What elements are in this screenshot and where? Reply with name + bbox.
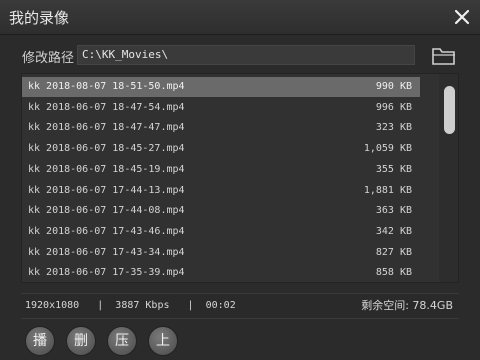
list-item[interactable]: kk 2018-06-07 17-44-13.mp4 1,881 KB bbox=[22, 181, 420, 201]
file-name: kk 2018-06-07 17-44-08.mp4 bbox=[28, 205, 185, 217]
video-info: 1920x1080 | 3887 Kbps | 00:02 bbox=[25, 300, 236, 311]
file-name: kk 2018-06-07 17-44-13.mp4 bbox=[28, 184, 185, 196]
file-size: 342 KB bbox=[375, 225, 412, 237]
free-space: 剩余空间: 78.4GB bbox=[361, 299, 453, 312]
upload-button[interactable]: 上 bbox=[148, 326, 178, 356]
file-size: 990 KB bbox=[375, 81, 412, 92]
file-size: 355 KB bbox=[375, 163, 412, 175]
file-size: 363 KB bbox=[375, 205, 412, 217]
delete-button[interactable]: 删 bbox=[66, 326, 96, 356]
file-size: 1,059 KB bbox=[363, 143, 412, 155]
file-name: kk 2018-08-07 18-51-50.mp4 bbox=[28, 81, 185, 92]
status-bar: 1920x1080 | 3887 Kbps | 00:02 剩余空间: 78.4… bbox=[21, 293, 459, 319]
file-size: 323 KB bbox=[375, 122, 412, 134]
folder-icon[interactable] bbox=[431, 45, 457, 67]
file-name: kk 2018-06-07 18-47-47.mp4 bbox=[28, 122, 185, 134]
file-name: kk 2018-06-07 17-43-34.mp4 bbox=[28, 246, 185, 258]
file-name: kk 2018-06-07 18-45-27.mp4 bbox=[28, 143, 185, 155]
file-name: kk 2018-06-07 17-43-46.mp4 bbox=[28, 225, 185, 237]
list-item[interactable]: kk 2018-06-07 17-35-39.mp4 858 KB bbox=[22, 263, 420, 282]
scroll-thumb[interactable] bbox=[444, 86, 455, 134]
compress-button[interactable]: 压 bbox=[107, 326, 137, 356]
play-button[interactable]: 播 bbox=[25, 326, 55, 356]
file-size: 858 KB bbox=[375, 267, 412, 279]
file-size: 996 KB bbox=[375, 101, 412, 113]
file-name: kk 2018-06-07 17-35-39.mp4 bbox=[28, 267, 185, 279]
window-title: 我的录像 bbox=[9, 9, 70, 27]
list-item[interactable]: kk 2018-06-07 17-43-34.mp4 827 KB bbox=[22, 243, 420, 263]
list-item[interactable]: kk 2018-06-07 17-43-46.mp4 342 KB bbox=[22, 222, 420, 242]
list-item[interactable]: kk 2018-08-07 18-51-50.mp4 990 KB bbox=[22, 77, 420, 97]
list-item[interactable]: kk 2018-06-07 18-47-54.mp4 996 KB bbox=[22, 98, 420, 118]
list-item[interactable]: kk 2018-06-07 18-47-47.mp4 323 KB bbox=[22, 118, 420, 138]
file-name: kk 2018-06-07 18-47-54.mp4 bbox=[28, 101, 185, 113]
scrollbar[interactable] bbox=[439, 74, 458, 282]
list-item[interactable]: kk 2018-06-07 17-44-08.mp4 363 KB bbox=[22, 201, 420, 221]
list-item[interactable]: kk 2018-06-07 18-45-19.mp4 355 KB bbox=[22, 160, 420, 180]
file-name: kk 2018-06-07 18-45-19.mp4 bbox=[28, 163, 185, 175]
file-size: 1,881 KB bbox=[363, 184, 412, 196]
close-icon[interactable] bbox=[452, 7, 472, 27]
path-label: 修改路径 bbox=[22, 51, 75, 66]
file-list: kk 2018-08-07 18-51-50.mp4 990 KB kk 2018-… bbox=[21, 73, 459, 283]
title-bar: 我的录像 bbox=[0, 0, 480, 35]
file-size: 827 KB bbox=[375, 246, 412, 258]
path-field[interactable]: C:\KK_Movies\ bbox=[77, 45, 415, 65]
list-item[interactable]: kk 2018-06-07 18-45-27.mp4 1,059 KB bbox=[22, 139, 420, 159]
